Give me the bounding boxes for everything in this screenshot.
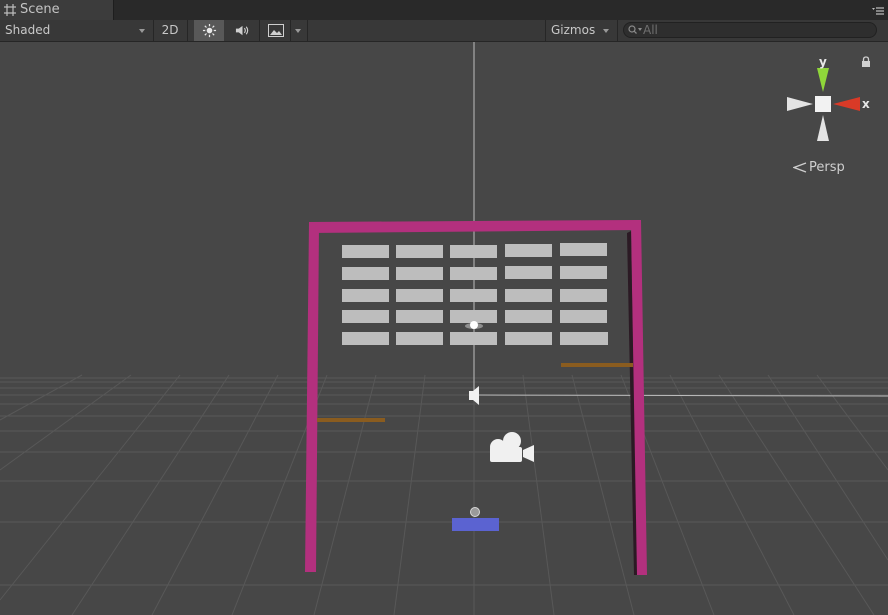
chevron-down-icon bbox=[603, 29, 609, 33]
chevron-down-icon bbox=[295, 29, 301, 33]
hierarchy-search-input[interactable]: All bbox=[623, 22, 877, 38]
neg-y-axis-cone[interactable] bbox=[817, 115, 829, 141]
left-ledge bbox=[317, 418, 385, 422]
gizmos-label: Gizmos bbox=[551, 23, 596, 37]
brick bbox=[560, 243, 607, 256]
brick bbox=[505, 310, 552, 323]
scene-effects-dropdown[interactable] bbox=[262, 20, 306, 41]
toolbar-divider bbox=[259, 20, 260, 41]
ground-grid bbox=[0, 374, 888, 615]
y-axis-label: y bbox=[819, 55, 827, 69]
2d-toggle-button[interactable]: 2D bbox=[154, 20, 186, 41]
persp-icon bbox=[793, 162, 807, 173]
toolbar-divider bbox=[290, 20, 291, 41]
image-icon bbox=[268, 24, 284, 37]
search-placeholder: All bbox=[643, 23, 658, 37]
search-icon bbox=[628, 25, 642, 34]
projection-label: Persp bbox=[809, 160, 845, 175]
brick bbox=[560, 332, 608, 345]
paddle[interactable] bbox=[452, 518, 499, 531]
gizmos-dropdown[interactable]: Gizmos bbox=[546, 20, 616, 41]
brick bbox=[560, 266, 607, 279]
brick bbox=[396, 310, 443, 323]
brick bbox=[396, 245, 443, 258]
brick bbox=[342, 310, 389, 323]
chevron-down-icon bbox=[139, 29, 145, 33]
camera-icon bbox=[490, 432, 534, 462]
shading-mode-label: Shaded bbox=[5, 23, 51, 37]
scene-orientation-gizmo[interactable]: y x bbox=[783, 54, 873, 149]
brick bbox=[396, 289, 443, 302]
scene-grid-icon bbox=[4, 4, 16, 16]
tab-menu-icon[interactable] bbox=[872, 6, 884, 16]
brick bbox=[342, 267, 389, 280]
brick bbox=[396, 267, 443, 280]
speaker-icon bbox=[235, 25, 249, 36]
ball[interactable] bbox=[470, 507, 480, 517]
toolbar-divider bbox=[617, 20, 618, 41]
brick bbox=[342, 289, 389, 302]
brick bbox=[560, 289, 607, 302]
brick bbox=[505, 289, 552, 302]
shading-mode-dropdown[interactable]: Shaded bbox=[0, 20, 152, 41]
scene-audio-button[interactable] bbox=[226, 20, 258, 41]
brick bbox=[450, 267, 497, 280]
y-axis-cone[interactable] bbox=[817, 68, 829, 92]
tab-scene[interactable]: Scene bbox=[0, 0, 114, 20]
brick bbox=[450, 332, 497, 345]
scene-lighting-button[interactable] bbox=[194, 20, 224, 41]
brick bbox=[560, 310, 607, 323]
brick bbox=[450, 245, 497, 258]
brick bbox=[505, 244, 552, 257]
2d-toggle-label: 2D bbox=[161, 23, 179, 37]
brick bbox=[450, 289, 497, 302]
neg-x-axis-cone[interactable] bbox=[787, 97, 813, 111]
brick bbox=[505, 332, 552, 345]
lock-icon[interactable] bbox=[861, 56, 871, 68]
tab-scene-label: Scene bbox=[20, 2, 60, 17]
x-axis-label: x bbox=[862, 97, 870, 111]
right-ledge bbox=[561, 363, 633, 367]
gizmo-center-cube[interactable] bbox=[815, 96, 831, 112]
brick bbox=[342, 245, 389, 258]
toolbar-divider bbox=[307, 20, 308, 41]
brick-grid bbox=[342, 243, 608, 345]
brick bbox=[342, 332, 389, 345]
left-wall bbox=[305, 222, 319, 572]
window-tab-bar: Scene bbox=[0, 0, 888, 20]
toolbar-divider bbox=[187, 20, 188, 41]
brick bbox=[396, 332, 443, 345]
top-wall bbox=[309, 220, 641, 233]
scene-viewport[interactable] bbox=[0, 42, 888, 615]
sun-icon bbox=[202, 23, 217, 38]
x-axis-cone[interactable] bbox=[833, 97, 860, 111]
brick bbox=[505, 266, 552, 279]
